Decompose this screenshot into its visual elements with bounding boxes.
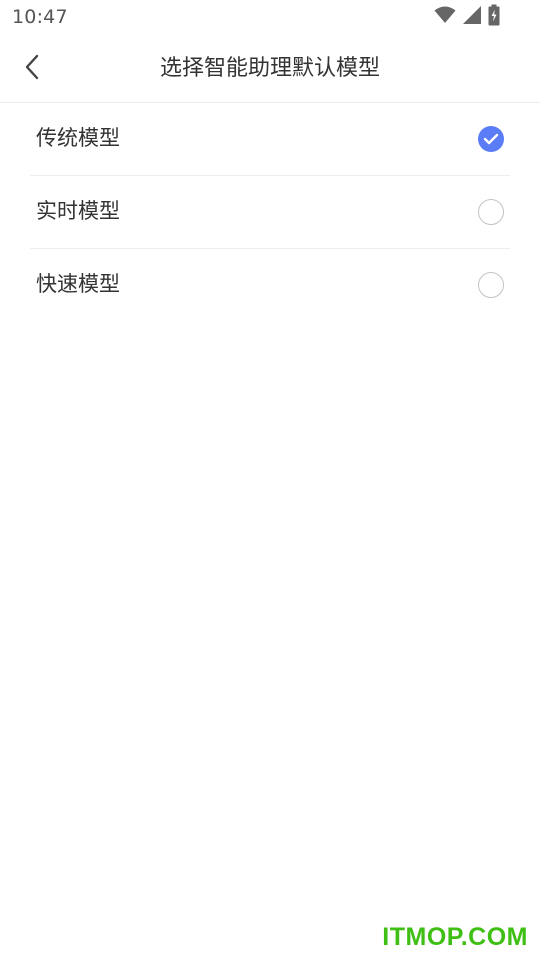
- battery-charging-icon: [488, 4, 500, 30]
- status-time: 10:47: [12, 6, 68, 28]
- radio-unchecked-icon[interactable]: [478, 272, 504, 298]
- radio-unchecked-icon[interactable]: [478, 199, 504, 225]
- model-list: 传统模型 实时模型 快速模型: [0, 103, 540, 321]
- radio-checked-icon[interactable]: [478, 126, 504, 152]
- model-option-realtime[interactable]: 实时模型: [30, 176, 510, 249]
- model-option-label: 传统模型: [36, 126, 120, 150]
- status-icons: [434, 4, 500, 30]
- status-bar: 10:47: [0, 0, 540, 36]
- wifi-icon: [434, 6, 456, 28]
- header-bar: 选择智能助理默认模型: [0, 36, 540, 103]
- model-option-label: 实时模型: [36, 199, 120, 223]
- model-option-fast[interactable]: 快速模型: [30, 249, 510, 321]
- signal-icon: [462, 5, 482, 29]
- screen: 10:47 选择智能助理默认模型 传统模型 实时模型 快速模型 ITMOP.CO…: [0, 0, 540, 960]
- page-title: 选择智能助理默认模型: [159, 56, 380, 81]
- watermark-logo: ITMOP.COM: [382, 923, 528, 951]
- model-option-traditional[interactable]: 传统模型: [30, 103, 510, 176]
- model-option-label: 快速模型: [36, 272, 120, 296]
